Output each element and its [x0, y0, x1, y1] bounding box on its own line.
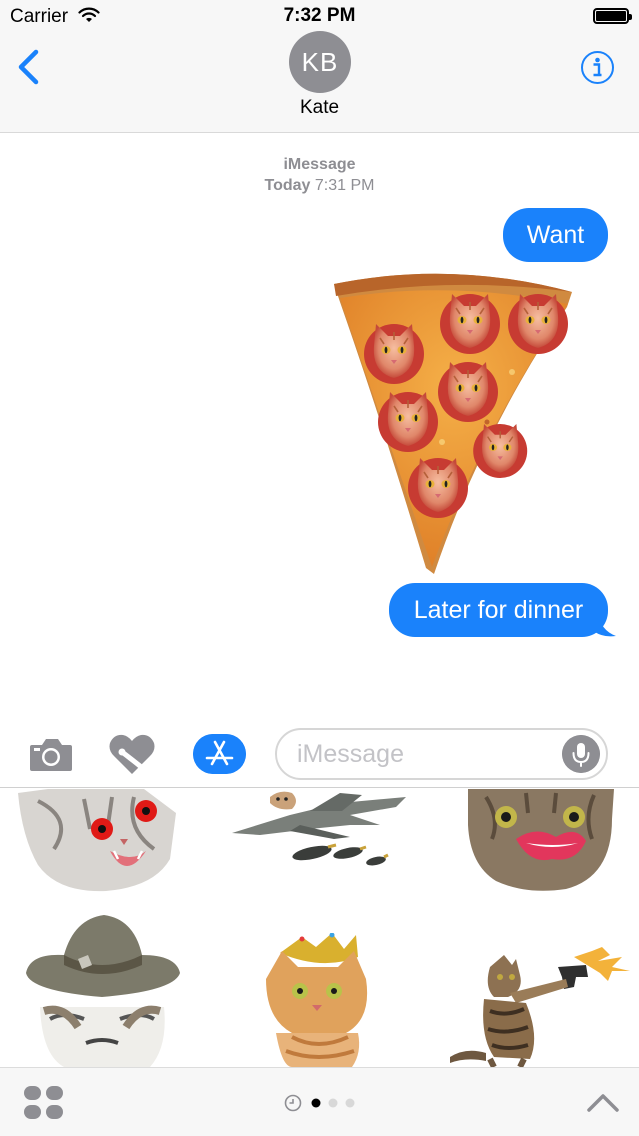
- status-bar: Carrier 7:32 PM: [0, 0, 639, 34]
- message-text: Want: [526, 220, 585, 249]
- page-dot: [328, 1098, 338, 1108]
- timestamp-time: 7:31 PM: [314, 177, 375, 194]
- red-eyed-cat-sticker[interactable]: [14, 789, 180, 893]
- cat-with-gun-sticker[interactable]: [450, 947, 630, 1067]
- expand-chevron-up-icon[interactable]: [586, 1090, 620, 1114]
- page-dot: [345, 1098, 355, 1108]
- microphone-icon[interactable]: [562, 735, 600, 773]
- cat-pizza-sticker[interactable]: [322, 262, 582, 580]
- contact-avatar[interactable]: KB: [289, 31, 351, 93]
- sent-message-bubble[interactable]: Later for dinner: [389, 583, 608, 637]
- drawer-bottom-bar: [0, 1067, 639, 1136]
- page-indicator[interactable]: [284, 1094, 364, 1112]
- sent-message-bubble[interactable]: Want: [503, 208, 608, 262]
- service-label: iMessage: [283, 156, 356, 173]
- timestamp-day: Today: [264, 177, 311, 194]
- crowned-cat-sticker[interactable]: [262, 933, 372, 1067]
- status-time: 7:32 PM: [283, 5, 356, 26]
- avatar-initials: KB: [301, 46, 339, 77]
- conversation-timestamp: iMessage Today 7:31 PM: [0, 154, 639, 196]
- sticker-tray: [0, 789, 639, 1067]
- cat-fighter-jet-sticker[interactable]: [230, 789, 410, 873]
- bubble-tail: [592, 612, 616, 637]
- back-chevron-icon[interactable]: [14, 48, 44, 86]
- message-text: Later for dinner: [413, 595, 584, 624]
- message-input-bar: [0, 718, 639, 788]
- message-input[interactable]: [297, 738, 557, 770]
- grumpy-cat-ranger-hat-sticker[interactable]: [24, 915, 180, 1067]
- app-drawer-grid-icon[interactable]: [24, 1086, 64, 1120]
- cat-with-lips-sticker[interactable]: [466, 789, 616, 893]
- message-field[interactable]: [275, 728, 608, 780]
- page-dot-active: [311, 1098, 321, 1108]
- info-icon[interactable]: [580, 50, 615, 85]
- battery-icon: [593, 8, 632, 24]
- camera-icon[interactable]: [28, 735, 74, 773]
- digital-touch-icon[interactable]: [108, 732, 156, 776]
- navigation-header: Carrier 7:32 PM KB Kate: [0, 0, 639, 133]
- contact-name[interactable]: Kate: [0, 97, 639, 119]
- app-store-button[interactable]: [193, 734, 246, 774]
